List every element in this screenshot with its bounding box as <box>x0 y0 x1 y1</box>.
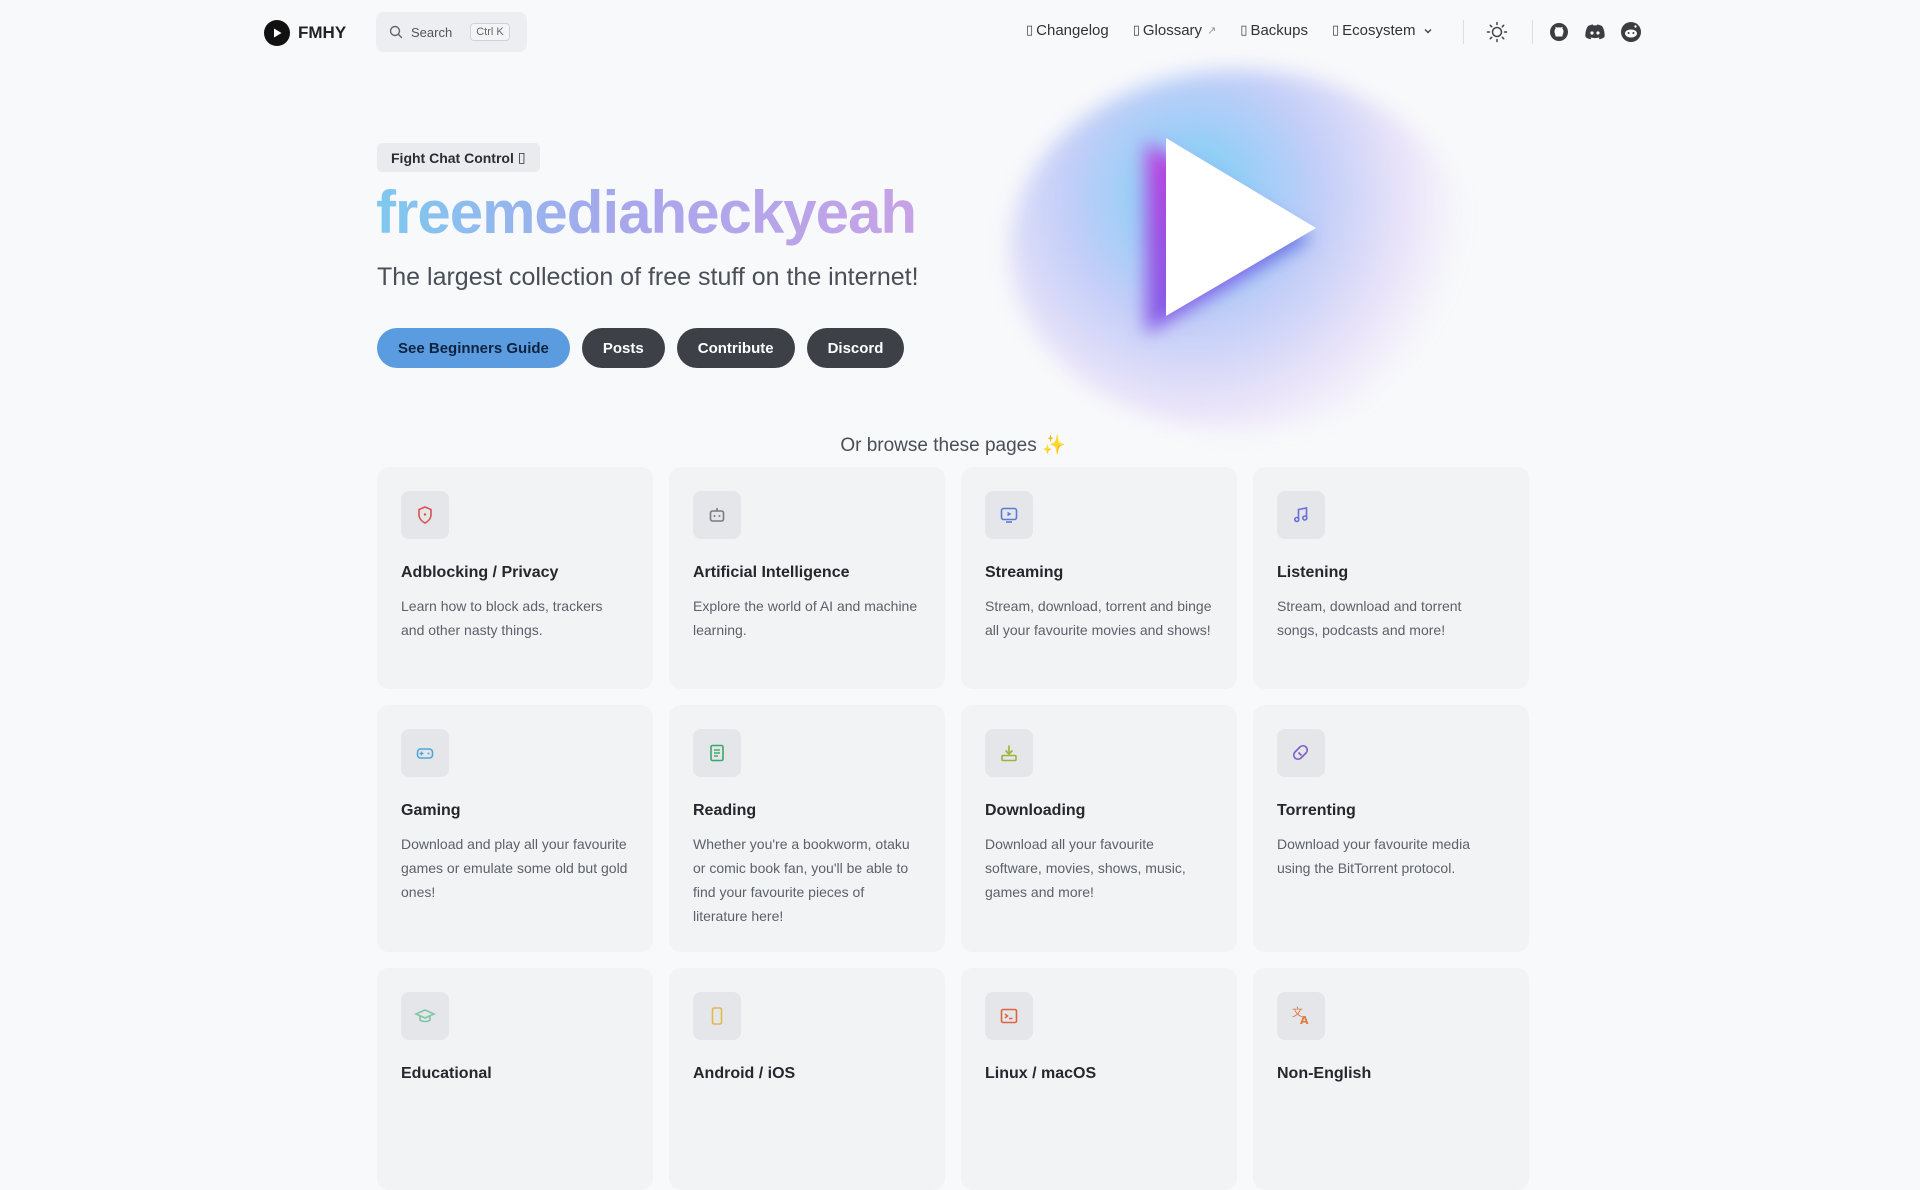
card-title: Reading <box>693 802 757 819</box>
card-description: Learn how to block ads, trackers and oth… <box>401 598 603 638</box>
category-grid: Adblocking / Privacy Learn how to block … <box>377 467 1529 1190</box>
card-title: Non-English <box>1277 1065 1372 1082</box>
search-shortcut: Ctrl K <box>470 23 510 41</box>
browse-title: Or browse these pages ✨ <box>840 435 1066 456</box>
nav-link-glossary[interactable]: ▯ Glossary ↗ <box>1133 22 1217 39</box>
nav-link-label: Glossary <box>1142 22 1203 39</box>
phone-icon <box>693 992 741 1040</box>
svg-text:A: A <box>1300 1014 1309 1027</box>
discord-link[interactable] <box>1582 19 1608 45</box>
badge-label: Fight Chat Control <box>391 149 514 166</box>
contribute-button[interactable]: Contribute <box>676 328 795 368</box>
card-title: Educational <box>401 1065 492 1082</box>
card-streaming[interactable]: Streaming Stream, download, torrent and … <box>961 467 1237 689</box>
card-android-ios[interactable]: Android / iOS <box>669 968 945 1190</box>
discord-icon <box>1585 24 1605 40</box>
tv-play-icon <box>985 491 1033 539</box>
card-title: Android / iOS <box>693 1065 796 1082</box>
glossary-icon: ▯ <box>1132 23 1140 38</box>
graduation-cap-icon <box>401 992 449 1040</box>
card-adblocking-privacy[interactable]: Adblocking / Privacy Learn how to block … <box>377 467 653 689</box>
hero-play-logo <box>930 50 1550 450</box>
external-link-icon: ↗ <box>1207 25 1217 37</box>
fight-chat-control-badge[interactable]: Fight Chat Control ▯ <box>377 143 540 172</box>
card-title: Adblocking / Privacy <box>401 564 559 581</box>
card-description: Whether you're a bookworm, otaku or comi… <box>693 836 910 924</box>
brand-name: FMHY <box>298 23 347 42</box>
card-artificial-intelligence[interactable]: Artificial Intelligence Explore the worl… <box>669 467 945 689</box>
card-educational[interactable]: Educational <box>377 968 653 1190</box>
hero-title: freemediaheckyeah <box>376 179 917 246</box>
nav-link-changelog[interactable]: ▯ Changelog <box>1026 22 1109 39</box>
badge-icon: ▯ <box>517 149 526 166</box>
sun-icon <box>1486 21 1508 43</box>
music-note-icon <box>1277 491 1325 539</box>
shield-icon <box>401 491 449 539</box>
ecosystem-icon: ▯ <box>1331 23 1340 38</box>
terminal-icon <box>985 992 1033 1040</box>
card-title: Torrenting <box>1277 802 1356 819</box>
card-description: Explore the world of AI and machine lear… <box>693 598 918 638</box>
nav-link-label: Changelog <box>1036 22 1109 39</box>
card-description: Download all your favourite software, mo… <box>985 836 1186 900</box>
reddit-link[interactable] <box>1618 19 1644 45</box>
play-logo-icon <box>264 20 290 46</box>
card-title: Linux / macOS <box>985 1065 1097 1082</box>
beginners-guide-button[interactable]: See Beginners Guide <box>377 328 570 368</box>
card-title: Gaming <box>401 802 461 819</box>
search-icon <box>389 25 403 39</box>
hero-actions: See Beginners Guide Posts Contribute Dis… <box>377 328 905 368</box>
translate-icon: 文A <box>1277 992 1325 1040</box>
card-non-english[interactable]: 文A Non-English <box>1253 968 1529 1190</box>
book-icon <box>693 729 741 777</box>
card-description: Download your favourite media using the … <box>1277 836 1470 876</box>
nav-links: ▯ Changelog ▯ Glossary ↗ ▯ Backups ▯ Eco… <box>1026 22 1433 39</box>
reddit-icon <box>1621 22 1641 42</box>
nav-link-label: Ecosystem <box>1342 22 1416 39</box>
brand-logo[interactable]: FMHY <box>264 20 346 46</box>
theme-toggle-button[interactable] <box>1484 19 1510 45</box>
magnet-icon <box>1277 729 1325 777</box>
play-triangle-icon <box>1146 138 1316 334</box>
hero-subtitle: The largest collection of free stuff on … <box>377 263 919 291</box>
nav-link-backups[interactable]: ▯ Backups <box>1240 22 1308 39</box>
nav-divider <box>1532 20 1533 44</box>
chevron-down-icon <box>1424 28 1431 33</box>
card-downloading[interactable]: Downloading Download all your favourite … <box>961 705 1237 952</box>
card-description: Stream, download and torrent songs, podc… <box>1277 598 1462 638</box>
nav-link-label: Backups <box>1250 22 1308 39</box>
card-title: Artificial Intelligence <box>693 564 850 581</box>
backups-icon: ▯ <box>1240 23 1248 38</box>
nav-link-ecosystem[interactable]: ▯ Ecosystem <box>1332 22 1433 39</box>
search-button[interactable]: Search Ctrl K <box>376 12 527 52</box>
search-label: Search <box>411 24 453 40</box>
gamepad-icon <box>401 729 449 777</box>
posts-button[interactable]: Posts <box>581 328 665 368</box>
card-reading[interactable]: Reading Whether you're a bookworm, otaku… <box>669 705 945 952</box>
card-torrenting[interactable]: Torrenting Download your favourite media… <box>1253 705 1529 952</box>
card-linux-macos[interactable]: Linux / macOS <box>961 968 1237 1190</box>
github-link[interactable] <box>1546 19 1572 45</box>
download-icon <box>985 729 1033 777</box>
card-listening[interactable]: Listening Stream, download and torrent s… <box>1253 467 1529 689</box>
card-description: Stream, download, torrent and binge all … <box>985 598 1212 638</box>
nav-divider <box>1463 20 1464 44</box>
changelog-icon: ▯ <box>1026 23 1034 38</box>
card-title: Streaming <box>985 564 1064 581</box>
card-gaming[interactable]: Gaming Download and play all your favour… <box>377 705 653 952</box>
discord-button[interactable]: Discord <box>806 328 905 368</box>
card-title: Listening <box>1277 564 1349 581</box>
robot-icon <box>693 491 741 539</box>
card-title: Downloading <box>985 802 1086 819</box>
github-icon <box>1550 23 1568 41</box>
card-description: Download and play all your favourite gam… <box>401 836 628 900</box>
